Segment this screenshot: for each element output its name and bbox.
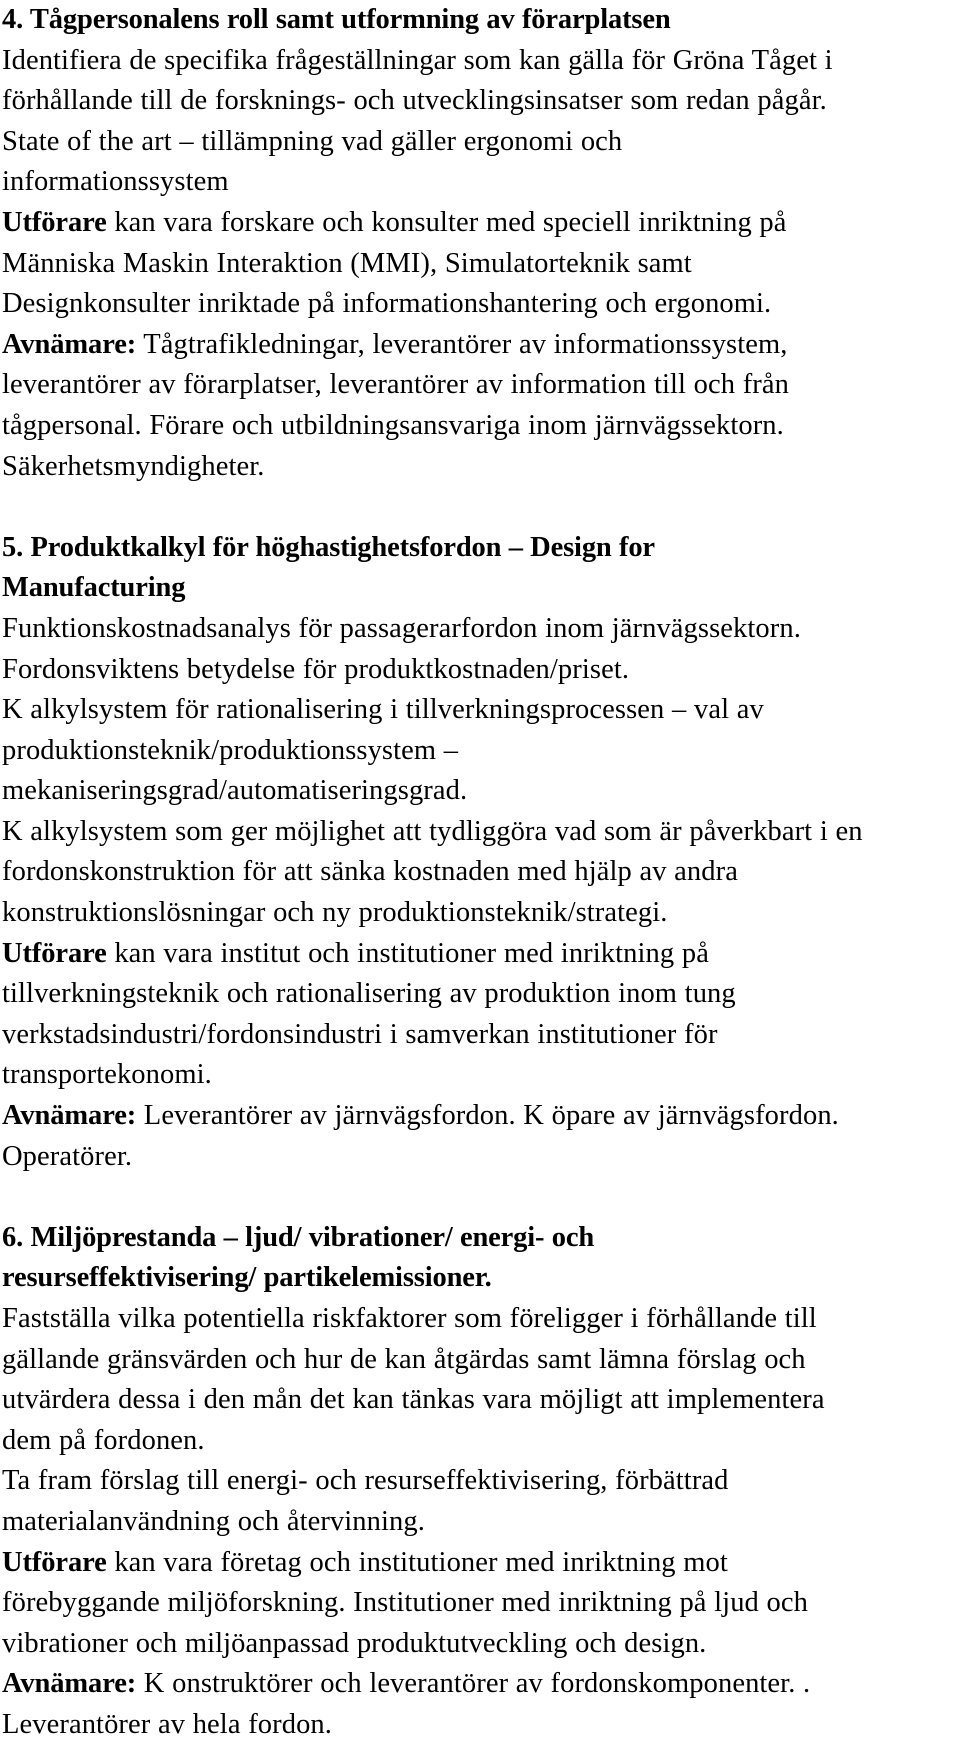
paragraph: Utförare kan vara institut och instituti… (2, 934, 948, 1096)
paragraph-line: K alkylsystem som ger möjlighet att tydl… (2, 815, 863, 847)
paragraph-lead-label: Avnämare: (2, 1668, 137, 1700)
heading-line: 4. Tågpersonalens roll samt utformning a… (2, 4, 671, 35)
paragraph-line: dem på fordonen. (2, 1424, 205, 1456)
heading-line: resurseffektivisering/ partikelemissione… (2, 1262, 492, 1294)
paragraph-line: Människa Maskin Interaktion (MMI), Simul… (2, 247, 692, 279)
paragraph-first-line: Avnämare: K onstruktörer och leverantöre… (2, 1664, 948, 1705)
paragraph-lead-text: kan vara företag och institutioner med i… (106, 1546, 728, 1578)
section-heading: 4. Tågpersonalens roll samt utformning a… (2, 0, 948, 41)
paragraph-line: Identifiera de specifika frågeställninga… (2, 44, 833, 76)
paragraph-lead-text: kan vara forskare och konsulter med spec… (106, 206, 787, 238)
paragraph-line: materialanvändning och återvinning. (2, 1505, 425, 1537)
paragraph-first-line: Utförare kan vara institut och instituti… (2, 934, 948, 975)
paragraph-first-line: Utförare kan vara forskare och konsulter… (2, 203, 948, 244)
paragraph-line: transportekonomi. (2, 1059, 212, 1091)
paragraph-first-line: Utförare kan vara företag och institutio… (2, 1543, 948, 1584)
paragraph-lead-text: Tågtrafikledningar, leverantörer av info… (136, 328, 788, 360)
section-heading: 6. Miljöprestanda – ljud/ vibrationer/ e… (2, 1218, 948, 1299)
paragraph: Identifiera de specifika frågeställninga… (2, 41, 948, 122)
paragraph: Avnämare: K onstruktörer och leverantöre… (2, 1664, 948, 1745)
paragraph: Fastställa vilka potentiella riskfaktore… (2, 1299, 948, 1543)
paragraph-lead-text: kan vara institut och institutioner med … (106, 937, 709, 969)
paragraph: Funktionskostnadsanalys för passagerarfo… (2, 609, 948, 934)
paragraph-lead-label: Utförare (2, 1546, 107, 1578)
paragraph-line: Säkerhetsmyndigheter. (2, 450, 265, 482)
paragraph-line: leverantörer av förarplatser, leverantör… (2, 369, 789, 401)
document-page: 4. Tågpersonalens roll samt utformning a… (0, 0, 960, 1740)
paragraph: Avnämare: Leverantörer av järnvägsfordon… (2, 1096, 948, 1177)
paragraph-line: förebyggande miljöforskning. Institution… (2, 1587, 808, 1619)
paragraph-line: K alkylsystem för rationalisering i till… (2, 694, 764, 726)
paragraph-line: Ta fram förslag till energi- och resurse… (2, 1465, 729, 1497)
paragraph-line: mekaniseringsgrad/automatiseringsgrad. (2, 775, 468, 807)
paragraph-line: vibrationer och miljöanpassad produktutv… (2, 1627, 707, 1659)
paragraph-line: Leverantörer av hela fordon. (2, 1708, 332, 1740)
paragraph-first-line: Avnämare: Leverantörer av järnvägsfordon… (2, 1096, 948, 1137)
paragraph-line: utvärdera dessa i den mån det kan tänkas… (2, 1384, 825, 1416)
heading-line: 6. Miljöprestanda – ljud/ vibrationer/ e… (2, 1221, 595, 1253)
paragraph-line: förhållande till de forsknings- och utve… (2, 85, 827, 117)
paragraph-line: produktionsteknik/produktionssystem – (2, 734, 459, 766)
paragraph-line: Fordonsviktens betydelse för produktkost… (2, 653, 630, 685)
document-body: 4. Tågpersonalens roll samt utformning a… (2, 0, 948, 1746)
paragraph: Utförare kan vara forskare och konsulter… (2, 203, 948, 325)
document-section: 6. Miljöprestanda – ljud/ vibrationer/ e… (2, 1218, 948, 1746)
paragraph-lead-label: Utförare (2, 206, 107, 238)
paragraph-line: fordonskonstruktion för att sänka kostna… (2, 856, 738, 888)
paragraph-line: tågpersonal. Förare och utbildningsansva… (2, 409, 784, 441)
document-section: 5. Produktkalkyl för höghastighetsfordon… (2, 528, 948, 1178)
paragraph-lead-text: Leverantörer av järnvägsfordon. K öpare … (136, 1100, 839, 1132)
paragraph-line: verkstadsindustri/fordonsindustri i samv… (2, 1018, 718, 1050)
paragraph-line: Designkonsulter inriktade på information… (2, 288, 772, 320)
paragraph-line: konstruktionslösningar och ny produktion… (2, 897, 668, 929)
paragraph-line: gällande gränsvärden och hur de kan åtgä… (2, 1343, 806, 1375)
paragraph-lead-label: Utförare (2, 937, 107, 969)
paragraph: Avnämare: Tågtrafikledningar, leverantör… (2, 325, 948, 487)
heading-line: 5. Produktkalkyl för höghastighetsfordon… (2, 531, 655, 563)
paragraph-line: Operatörer. (2, 1140, 133, 1172)
paragraph-line: tillverkningsteknik och rationalisering … (2, 978, 736, 1010)
section-heading: 5. Produktkalkyl för höghastighetsfordon… (2, 528, 948, 609)
paragraph-line: Fastställa vilka potentiella riskfaktore… (2, 1303, 817, 1334)
document-section: 4. Tågpersonalens roll samt utformning a… (2, 0, 948, 487)
paragraph-line: informationssystem (2, 166, 229, 198)
paragraph-lead-label: Avnämare: (2, 328, 137, 360)
paragraph: Utförare kan vara företag och institutio… (2, 1543, 948, 1665)
paragraph-first-line: Avnämare: Tågtrafikledningar, leverantör… (2, 325, 948, 366)
paragraph-lead-label: Avnämare: (2, 1100, 137, 1132)
paragraph-line: Funktionskostnadsanalys för passagerarfo… (2, 612, 801, 644)
paragraph-lead-text: K onstruktörer och leverantörer av fordo… (136, 1668, 811, 1700)
paragraph-line: State of the art – tillämpning vad gälle… (2, 125, 623, 157)
heading-line: Manufacturing (2, 572, 186, 604)
paragraph: State of the art – tillämpning vad gälle… (2, 122, 948, 203)
